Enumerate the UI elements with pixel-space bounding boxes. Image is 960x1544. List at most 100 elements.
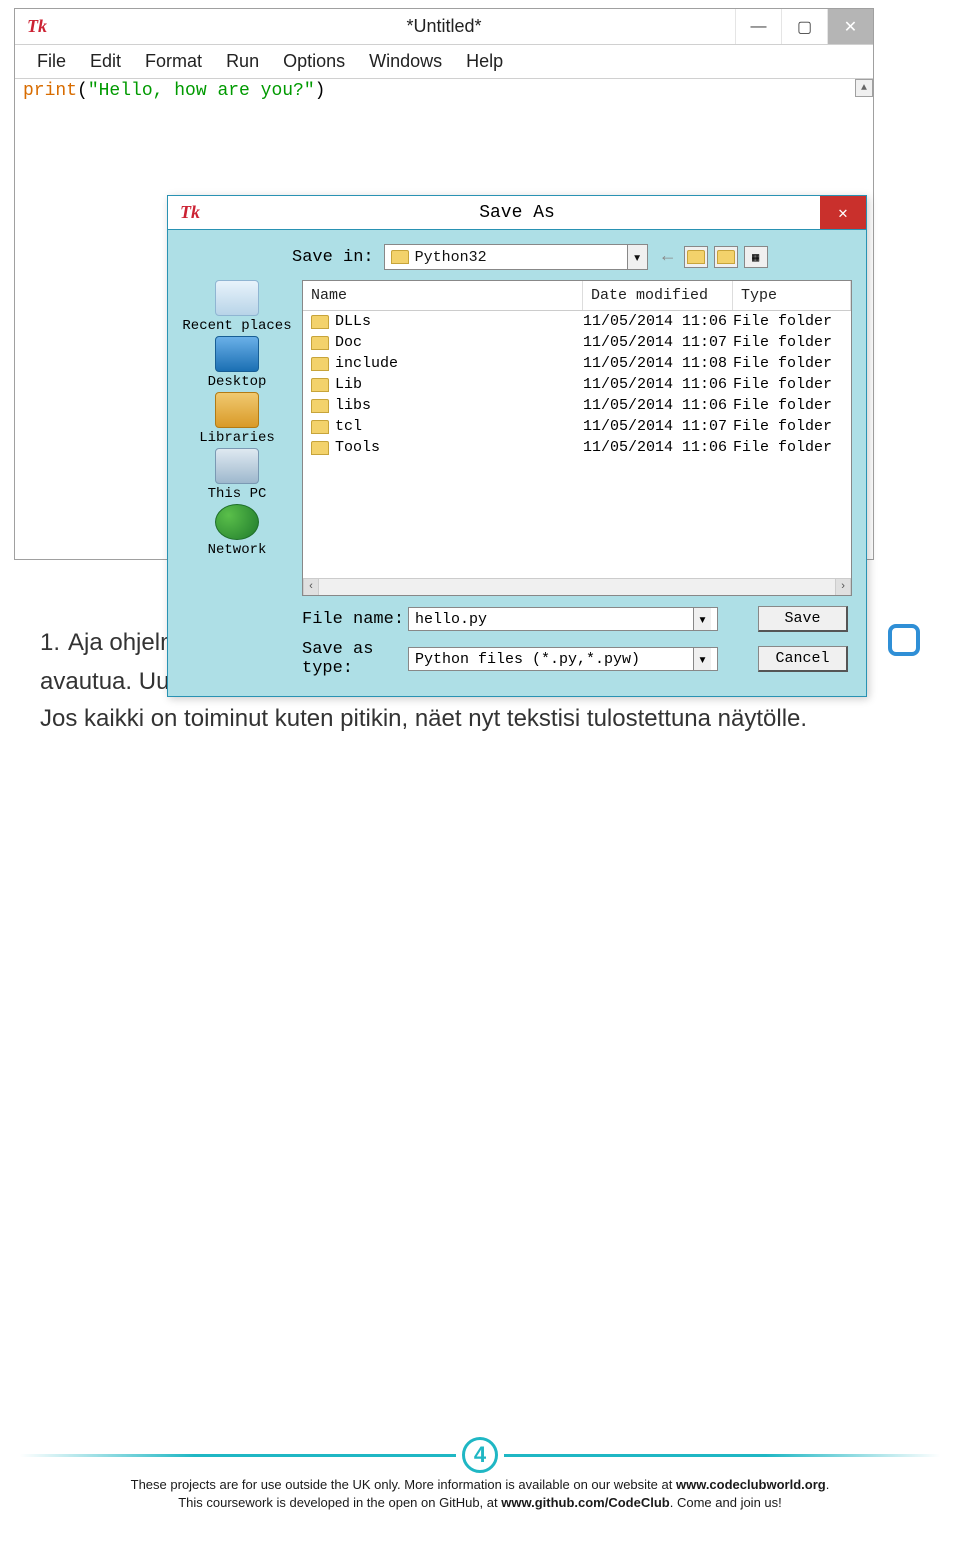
- menu-format[interactable]: Format: [133, 49, 214, 74]
- file-row[interactable]: tcl11/05/2014 11:07File folder: [303, 416, 851, 437]
- file-list-scrollbar[interactable]: ‹ ›: [303, 578, 851, 595]
- this-pc-icon: [215, 448, 259, 484]
- file-row[interactable]: Tools11/05/2014 11:06File folder: [303, 437, 851, 458]
- save-in-combo[interactable]: Python32 ▾: [384, 244, 648, 270]
- save-toolbar: ← ▦: [658, 246, 768, 268]
- file-type: File folder: [733, 334, 843, 351]
- back-icon[interactable]: ←: [658, 247, 678, 267]
- sidebar-item-thispc[interactable]: This PC: [182, 448, 292, 502]
- chevron-down-icon[interactable]: ▾: [693, 608, 711, 630]
- window-controls: — ▢ ✕: [735, 9, 873, 44]
- file-name: tcl: [335, 418, 362, 435]
- folder-icon: [311, 441, 329, 455]
- maximize-button[interactable]: ▢: [781, 9, 827, 44]
- libraries-icon: [215, 392, 259, 428]
- network-icon: [215, 504, 259, 540]
- recent-places-icon: [215, 280, 259, 316]
- save-in-label: Save in:: [292, 248, 374, 267]
- file-rows: DLLs11/05/2014 11:06File folderDoc11/05/…: [303, 311, 851, 458]
- scroll-right-icon[interactable]: ›: [835, 579, 851, 595]
- view-menu-button[interactable]: ▦: [744, 246, 768, 268]
- new-folder-button[interactable]: [714, 246, 738, 268]
- menu-run[interactable]: Run: [214, 49, 271, 74]
- file-name-label: File name:: [302, 610, 408, 629]
- save-as-main: Recent places Desktop Libraries This PC …: [182, 280, 852, 596]
- menu-help[interactable]: Help: [454, 49, 515, 74]
- menu-edit[interactable]: Edit: [78, 49, 133, 74]
- folder-icon: [391, 250, 409, 264]
- save-as-close-button[interactable]: ✕: [820, 196, 866, 229]
- cancel-button[interactable]: Cancel: [758, 646, 848, 672]
- file-type: File folder: [733, 355, 843, 372]
- save-as-bottom: File name: hello.py ▾ Save Save as type:…: [182, 606, 852, 678]
- footer-line2a: This coursework is developed in the open…: [178, 1495, 501, 1510]
- save-as-title: Save As: [168, 203, 866, 223]
- col-name[interactable]: Name: [303, 281, 583, 310]
- save-as-title-bar: Tk Save As ✕: [168, 196, 866, 230]
- folder-icon: [311, 420, 329, 434]
- file-date: 11/05/2014 11:07: [583, 418, 733, 435]
- file-row[interactable]: Doc11/05/2014 11:07File folder: [303, 332, 851, 353]
- file-row[interactable]: libs11/05/2014 11:06File folder: [303, 395, 851, 416]
- code-keyword: print: [23, 81, 77, 101]
- code-paren-close: ): [315, 81, 326, 101]
- file-row[interactable]: Lib 11/05/2014 11:06File folder: [303, 374, 851, 395]
- save-as-dialog: Tk Save As ✕ Save in: Python32 ▾ ←: [167, 195, 867, 697]
- scroll-up-button[interactable]: ▲: [855, 79, 873, 97]
- menu-windows[interactable]: Windows: [357, 49, 454, 74]
- divider-left: [20, 1454, 456, 1457]
- footer-line1c: .: [826, 1477, 830, 1492]
- step-number: 1.: [40, 624, 68, 661]
- footer-text: These projects are for use outside the U…: [0, 1476, 960, 1512]
- minimize-button[interactable]: —: [735, 9, 781, 44]
- file-name: Lib: [335, 376, 362, 393]
- idle-code-area[interactable]: print("Hello, how are you?") ▲ Tk Save A…: [15, 79, 873, 559]
- sidebar-item-desktop[interactable]: Desktop: [182, 336, 292, 390]
- menu-file[interactable]: File: [25, 49, 78, 74]
- folder-icon: [311, 336, 329, 350]
- sidebar-item-recent[interactable]: Recent places: [182, 280, 292, 334]
- col-type[interactable]: Type: [733, 281, 851, 310]
- sidebar-item-libraries[interactable]: Libraries: [182, 392, 292, 446]
- scroll-track[interactable]: [319, 579, 835, 595]
- chevron-down-icon[interactable]: ▾: [627, 245, 647, 269]
- file-type: File folder: [733, 313, 843, 330]
- chevron-down-icon[interactable]: ▾: [693, 648, 711, 670]
- file-name: DLLs: [335, 313, 371, 330]
- idle-title-bar: Tk *Untitled* — ▢ ✕: [15, 9, 873, 45]
- file-type: File folder: [733, 439, 843, 456]
- idle-menu-bar: File Edit Format Run Options Windows Hel…: [15, 45, 873, 79]
- close-button[interactable]: ✕: [827, 9, 873, 44]
- folder-icon: [311, 378, 329, 392]
- file-date: 11/05/2014 11:06: [583, 313, 733, 330]
- file-name-input[interactable]: hello.py ▾: [408, 607, 718, 631]
- save-button[interactable]: Save: [758, 606, 848, 632]
- sidebar-label: Libraries: [199, 430, 275, 446]
- footer-line2c: . Come and join us!: [670, 1495, 782, 1510]
- save-as-body: Save in: Python32 ▾ ← ▦ Rec: [168, 230, 866, 696]
- save-as-type-value: Python files (*.py,*.pyw): [415, 651, 640, 668]
- file-row[interactable]: DLLs 11/05/2014 11:06File folder: [303, 311, 851, 332]
- save-in-row: Save in: Python32 ▾ ← ▦: [182, 244, 852, 270]
- col-date[interactable]: Date modified: [583, 281, 733, 310]
- sidebar-item-network[interactable]: Network: [182, 504, 292, 558]
- sidebar-label: Recent places: [182, 318, 291, 334]
- folder-icon: [311, 399, 329, 413]
- idle-editor-window: Tk *Untitled* — ▢ ✕ File Edit Format Run…: [14, 8, 874, 560]
- file-date: 11/05/2014 11:06: [583, 376, 733, 393]
- page-footer: 4 These projects are for use outside the…: [0, 1440, 960, 1512]
- divider-right: [504, 1454, 940, 1457]
- file-type: File folder: [733, 376, 843, 393]
- file-list-panel: Name Date modified Type DLLs 11/05/2014 1…: [302, 280, 852, 596]
- file-name-value: hello.py: [415, 611, 487, 628]
- file-row[interactable]: include11/05/2014 11:08File folder: [303, 353, 851, 374]
- save-as-type-combo[interactable]: Python files (*.py,*.pyw) ▾: [408, 647, 718, 671]
- folder-icon: [311, 357, 329, 371]
- folder-icon: [311, 315, 329, 329]
- page-number: 4: [462, 1437, 498, 1473]
- footer-link1: www.codeclubworld.org: [676, 1477, 826, 1492]
- task-checkbox[interactable]: [888, 624, 920, 656]
- up-folder-button[interactable]: [684, 246, 708, 268]
- scroll-left-icon[interactable]: ‹: [303, 579, 319, 595]
- menu-options[interactable]: Options: [271, 49, 357, 74]
